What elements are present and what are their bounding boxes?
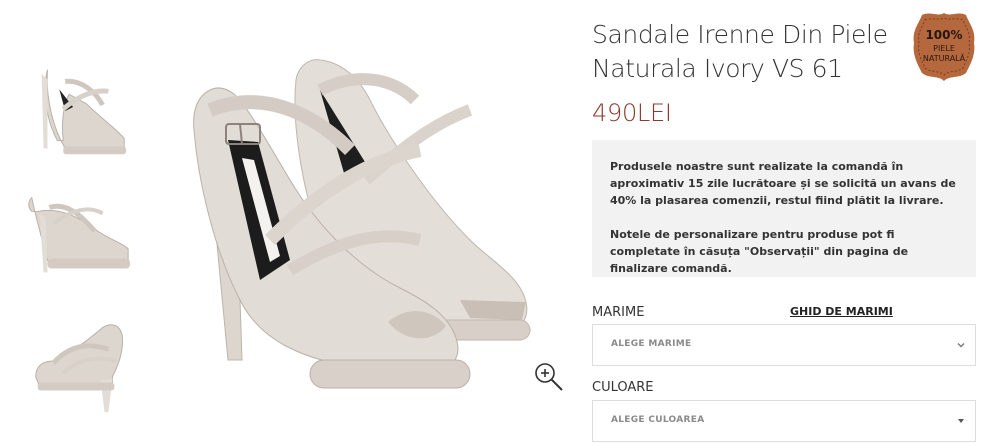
badge-text-line1: PIELE [933, 44, 955, 53]
size-label: MARIME [592, 305, 645, 320]
order-info-text: Produsele noastre sunt realizate la coma… [610, 160, 956, 207]
product-price: 490LEI [592, 99, 672, 127]
thumbnail-2[interactable] [18, 178, 136, 296]
main-product-image[interactable] [170, 30, 570, 410]
sandal-image [193, 59, 531, 389]
color-select[interactable]: ALEGE CULOAREA [592, 400, 976, 442]
shoe-thumbnail-image [28, 196, 131, 273]
product-title: Sandale Irenne Din Piele Naturala Ivory … [592, 20, 888, 83]
shoe-thumbnail-image [35, 324, 124, 413]
order-info-box: Produsele noastre sunt realizate la coma… [592, 140, 976, 277]
color-label: CULOARE [592, 380, 654, 395]
size-select-value: ALEGE MARIME [611, 339, 692, 349]
zoom-in-icon[interactable] [532, 360, 566, 394]
thumbnail-3[interactable] [18, 304, 136, 422]
caret-down-icon [958, 419, 964, 423]
color-select-value: ALEGE CULOAREA [611, 415, 705, 425]
natural-leather-badge: 100% PIELE NATURALĂ [910, 9, 978, 83]
thumbnail-1[interactable] [18, 50, 136, 168]
personalization-info-text: Notele de personalizare pentru produse p… [610, 228, 909, 275]
badge-text-line2: NATURALĂ [922, 54, 966, 63]
shoe-thumbnail-image [41, 69, 127, 155]
size-select[interactable]: ALEGE MARIME [592, 324, 976, 366]
badge-percent: 100% [925, 28, 963, 42]
chevron-down-icon [957, 343, 965, 348]
size-guide-link[interactable]: GHID DE MARIMI [790, 305, 893, 318]
